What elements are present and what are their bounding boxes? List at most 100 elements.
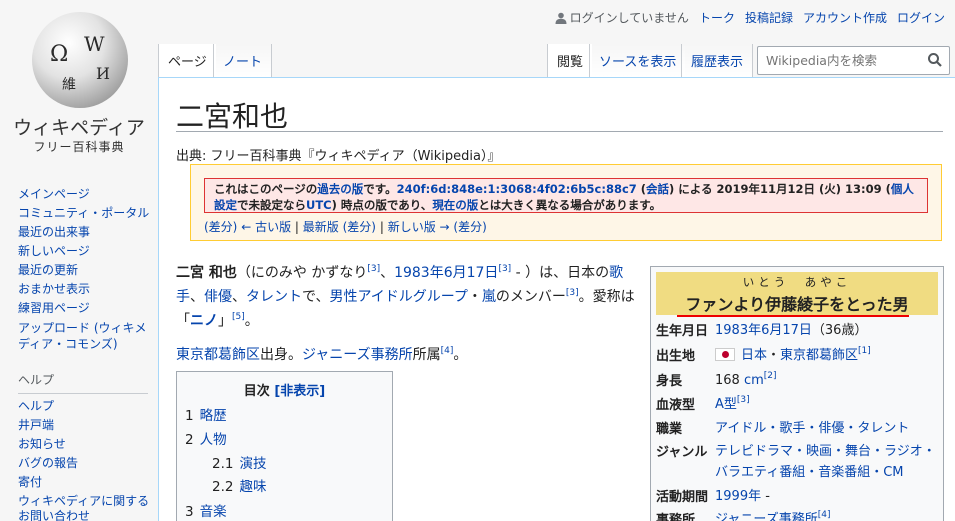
occupation-link[interactable]: アイドル・歌手・俳優・タレント <box>715 421 909 436</box>
infobox-row-genre: ジャンル テレビドラマ・映画・舞台・ラジオ・バラエティ番組・音楽番組・CM <box>656 441 937 483</box>
sidebar-item-help[interactable]: ヘルプ <box>18 397 153 416</box>
sidebar: メインページ コミュニティ・ポータル 最近の出来事 新しいページ 最近の更新 お… <box>18 185 153 521</box>
text: 。 <box>453 347 468 363</box>
age-text: （36歳） <box>811 323 868 338</box>
editor-ip-link[interactable]: 240f:6d:848e:1:3068:4f02:6b5c:88c7 <box>397 182 637 196</box>
login-link[interactable]: ログイン <box>897 9 945 26</box>
infobox-key: 活動期間 <box>656 490 709 505</box>
tab-view-source[interactable]: ソースを表示 <box>589 44 686 77</box>
japan-link[interactable]: 日本 <box>741 348 767 363</box>
contributions-link[interactable]: 投稿記録 <box>745 9 793 26</box>
newer-revision-link[interactable]: 新しい版 → <box>388 220 450 234</box>
old-revision-warning: これはこのページの過去の版です。240f:6d:848e:1:3068:4f02… <box>204 178 928 213</box>
active-year-link[interactable]: 1999年 <box>715 489 761 504</box>
toc-heading: 目次 <box>243 384 270 399</box>
toc-entry[interactable]: 2 人物 <box>185 428 227 448</box>
sidebar-item-contact[interactable]: ウィキペディアに関するお問い合わせ <box>18 494 153 521</box>
older-revision-link[interactable]: ← 古い版 <box>241 220 291 234</box>
actor-link[interactable]: 俳優 <box>204 289 232 305</box>
search-icon[interactable] <box>927 52 943 68</box>
infobox-row-birthdate: 生年月日 1983年6月17日（36歳） <box>656 320 937 341</box>
tab-page[interactable]: ページ <box>158 44 216 77</box>
site-subtitle: 出典: フリー百科事典『ウィキペディア（Wikipedia）』 <box>176 149 501 164</box>
agency-link[interactable]: ジャニーズ事務所 <box>302 347 413 363</box>
revision-navigation: (差分) ← 古い版 | 最新版 (差分) | 新しい版 → (差分) <box>204 218 487 235</box>
text: ・ <box>767 348 781 363</box>
text: 、 <box>232 289 246 305</box>
diff-link[interactable]: (差分) <box>453 220 486 234</box>
cm-link[interactable]: cm <box>744 373 764 388</box>
text: 、 <box>380 265 395 281</box>
logo-tagline: フリー百科事典 <box>33 140 125 154</box>
nickname-link[interactable]: ニノ <box>190 313 218 329</box>
reference-link[interactable]: [3] <box>566 288 579 298</box>
wikipedia-logo[interactable]: Ω W 維 И ウィキペディア フリー百科事典 <box>0 0 158 160</box>
diff-link[interactable]: (差分) <box>204 220 237 234</box>
katsushika-link[interactable]: 東京都葛飾区 <box>780 348 858 363</box>
talent-link[interactable]: タレント <box>246 289 302 305</box>
past-revision-link[interactable]: 過去の版 <box>317 182 363 196</box>
reference-link[interactable]: [2] <box>764 371 777 381</box>
idol-group-link[interactable]: 男性アイドルグループ <box>329 289 467 305</box>
agency-link[interactable]: ジャニーズ事務所 <box>715 512 818 521</box>
toc-link[interactable]: 演技 <box>239 456 266 472</box>
toc-toggle[interactable]: [非表示] <box>274 384 325 399</box>
toc-entry[interactable]: 3 音楽 <box>185 500 227 520</box>
toc-link[interactable]: 音楽 <box>200 504 227 520</box>
utc-link[interactable]: UTC <box>306 198 332 212</box>
infobox-row-occupation: 職業 アイドル・歌手・俳優・タレント <box>656 418 937 439</box>
toc-link[interactable]: 略歴 <box>200 408 227 424</box>
sidebar-item-notices[interactable]: お知らせ <box>18 435 153 454</box>
toc-link[interactable]: 趣味 <box>239 479 266 495</box>
toc-entry[interactable]: 2.2 趣味 <box>212 475 266 495</box>
sidebar-item-new-pages[interactable]: 新しいページ <box>18 242 153 261</box>
reference-link[interactable]: [4] <box>818 510 831 520</box>
arashi-link[interactable]: 嵐 <box>482 289 496 305</box>
oldrev-text: ) による 2019年11月12日 (火) 13:09 ( <box>669 182 891 196</box>
sidebar-item-current-events[interactable]: 最近の出来事 <box>18 223 153 242</box>
infobox-key: ジャンル <box>656 445 708 460</box>
infobox-value: 1983年6月17日（36歳） <box>715 320 937 341</box>
infobox-key: 出生地 <box>656 349 696 364</box>
text: で、 <box>302 289 330 305</box>
diff-link[interactable]: (差分) <box>343 220 376 234</box>
birth-date-link[interactable]: 1983年6月17日 <box>394 265 498 281</box>
search-input[interactable] <box>758 47 918 74</box>
reference-link[interactable]: [3] <box>367 264 380 274</box>
blood-type-link[interactable]: A型 <box>715 397 737 412</box>
reference-link[interactable]: [3] <box>498 264 511 274</box>
sidebar-item-main-page[interactable]: メインページ <box>18 185 153 204</box>
current-revision-link[interactable]: 現在の版 <box>432 198 478 212</box>
table-of-contents: 目次 [非表示] 1 略歴 2 人物 2.1 演技 2.2 趣味 3 音楽 <box>176 371 393 521</box>
reference-link[interactable]: [4] <box>441 346 454 356</box>
toc-number: 2.1 <box>212 456 234 472</box>
sidebar-item-donate[interactable]: 寄付 <box>18 473 153 492</box>
toc-entry[interactable]: 2.1 演技 <box>212 452 266 472</box>
sidebar-item-upload[interactable]: アップロード (ウィキメディア・コモンズ) <box>18 320 153 352</box>
sidebar-item-sandbox[interactable]: 練習用ページ <box>18 299 153 318</box>
genre-link[interactable]: テレビドラマ・映画・舞台・ラジオ・バラエティ番組・音楽番組・CM <box>715 444 936 480</box>
reference-link[interactable]: [3] <box>737 395 750 405</box>
infobox-value: 168 cm[2] <box>715 370 937 391</box>
create-account-link[interactable]: アカウント作成 <box>803 9 887 26</box>
sidebar-item-community-portal[interactable]: コミュニティ・ポータル <box>18 204 153 223</box>
sidebar-item-random-page[interactable]: おまかせ表示 <box>18 280 153 299</box>
sidebar-item-village-pump[interactable]: 井戸端 <box>18 416 153 435</box>
tab-history[interactable]: 履歴表示 <box>681 44 754 77</box>
reference-link[interactable]: [1] <box>858 346 871 356</box>
infobox-name: ファンより伊藤綾子をとった男 <box>685 295 909 314</box>
toc-number: 2.2 <box>212 479 234 495</box>
sidebar-item-bug-report[interactable]: バグの報告 <box>18 454 153 473</box>
talk-link[interactable]: トーク <box>699 9 735 26</box>
sidebar-item-recent-changes[interactable]: 最近の更新 <box>18 261 153 280</box>
birthplace-link[interactable]: 東京都葛飾区 <box>176 347 260 363</box>
reference-link[interactable]: [5] <box>232 312 245 322</box>
toc-link[interactable]: 人物 <box>200 432 227 448</box>
tab-read[interactable]: 閲覧 <box>547 44 593 77</box>
oldrev-text: ( <box>636 182 647 196</box>
birthdate-link[interactable]: 1983年6月17日 <box>715 323 812 338</box>
tab-note[interactable]: ノート <box>213 44 273 77</box>
latest-revision-link[interactable]: 最新版 <box>303 220 339 234</box>
toc-entry[interactable]: 1 略歴 <box>185 404 227 424</box>
editor-talk-link[interactable]: 会話 <box>646 182 669 196</box>
